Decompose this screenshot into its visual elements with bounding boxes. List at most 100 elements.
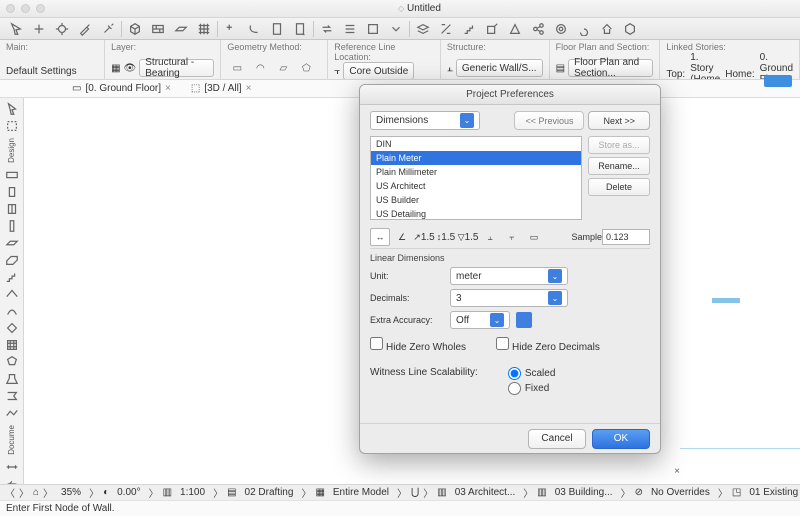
dimension-tool-icon[interactable] xyxy=(2,460,22,474)
close-icon[interactable]: × xyxy=(165,83,171,94)
rotate-icon[interactable]: ◐ xyxy=(103,487,109,498)
tab-ground-floor[interactable]: ▭ [0. Ground Floor] × xyxy=(72,83,171,94)
slab-icon[interactable] xyxy=(171,20,191,38)
slab-tool-icon[interactable] xyxy=(2,253,22,267)
list-item[interactable]: US Architect xyxy=(371,179,581,193)
next-button[interactable]: Next >> xyxy=(588,111,650,130)
list-item[interactable]: Plain Millimeter xyxy=(371,165,581,179)
level-dim-icon[interactable]: ↕1.5 xyxy=(436,228,456,246)
sill-dim-icon[interactable]: ⫟ xyxy=(502,228,522,246)
chip-building[interactable]: 03 Building... xyxy=(551,487,617,498)
chip-model[interactable]: Entire Model xyxy=(329,487,393,498)
box-icon[interactable] xyxy=(363,20,383,38)
ok-button[interactable]: OK xyxy=(592,429,650,449)
hide-wholes-check[interactable]: Hide Zero Wholes xyxy=(370,337,466,353)
prev-button[interactable]: << Previous xyxy=(514,111,584,130)
pointer-icon[interactable] xyxy=(6,20,26,38)
geom-curved-icon[interactable]: ◠ xyxy=(250,59,270,77)
marquee-tool-icon[interactable] xyxy=(2,119,22,133)
linear-dim-icon[interactable]: ↔ xyxy=(370,228,390,246)
cube-arrow-icon[interactable] xyxy=(620,20,640,38)
elev-dim-icon[interactable]: ▽1.5 xyxy=(458,228,478,246)
rename-button[interactable]: Rename... xyxy=(588,157,650,175)
page-icon[interactable] xyxy=(267,20,287,38)
unit-select[interactable]: meter⌄ xyxy=(450,267,568,285)
palette-toggle[interactable] xyxy=(764,75,792,87)
object-tool-icon[interactable] xyxy=(2,372,22,386)
category-select[interactable]: Dimensions⌄ xyxy=(370,111,480,130)
zoom-value[interactable]: 35% xyxy=(57,487,85,498)
layers-icon[interactable] xyxy=(413,20,433,38)
window-tool-icon[interactable] xyxy=(2,202,22,216)
chip-overrides[interactable]: No Overrides xyxy=(647,487,714,498)
standards-list[interactable]: DIN Plain Meter Plain Millimeter US Arch… xyxy=(370,136,582,220)
wall-icon[interactable] xyxy=(148,20,168,38)
list-item[interactable]: Plain Meter xyxy=(371,151,581,165)
diag-icon[interactable] xyxy=(436,20,456,38)
inject-icon[interactable] xyxy=(98,20,118,38)
chip-drafting[interactable]: 02 Drafting xyxy=(241,487,298,498)
beam-tool-icon[interactable] xyxy=(2,236,22,250)
tab-3d-all[interactable]: ⬚ [3D / All] × xyxy=(191,83,252,94)
structure-select[interactable]: Generic Wall/S... xyxy=(456,59,543,77)
fixed-radio[interactable]: Fixed xyxy=(508,382,556,395)
window-controls[interactable] xyxy=(6,4,45,13)
add-icon[interactable] xyxy=(29,20,49,38)
chip-existing[interactable]: 01 Existing P... xyxy=(745,487,800,498)
layer-select[interactable]: Structural - Bearing xyxy=(139,59,214,77)
store-button[interactable]: Store as... xyxy=(588,136,650,154)
list-item[interactable]: DIN xyxy=(371,137,581,151)
angular-dim-icon[interactable]: ∠ xyxy=(392,228,412,246)
minimize-icon[interactable] xyxy=(21,4,30,13)
mesh-tool-icon[interactable] xyxy=(2,406,22,420)
curtain-tool-icon[interactable] xyxy=(2,338,22,352)
chevron-dd-icon[interactable] xyxy=(386,20,406,38)
menu-icon[interactable] xyxy=(340,20,360,38)
floorplan-select[interactable]: Floor Plan and Section... xyxy=(568,59,653,77)
export-icon[interactable] xyxy=(482,20,502,38)
list-item[interactable]: US Detailing xyxy=(371,207,581,220)
shell-tool-icon[interactable] xyxy=(2,304,22,318)
scale-value[interactable]: 1:100 xyxy=(176,487,209,498)
nav-next-icon[interactable]: 〉 xyxy=(19,485,29,500)
eyedropper-icon[interactable] xyxy=(75,20,95,38)
sample-input[interactable] xyxy=(602,229,650,245)
cancel-button[interactable]: Cancel xyxy=(528,429,586,449)
close-icon[interactable]: × xyxy=(246,83,252,94)
home-icon[interactable] xyxy=(597,20,617,38)
plus-dd-icon[interactable] xyxy=(221,20,241,38)
extra-select[interactable]: Off⌄ xyxy=(450,311,510,329)
refline-select[interactable]: Core Outside xyxy=(343,62,414,80)
nav-home-icon[interactable]: ⌂ xyxy=(33,487,39,498)
crosshair-icon[interactable] xyxy=(52,20,72,38)
hide-decimals-check[interactable]: Hide Zero Decimals xyxy=(496,337,600,353)
stairs-icon[interactable] xyxy=(459,20,479,38)
morph-tool-icon[interactable] xyxy=(2,355,22,369)
target-icon[interactable] xyxy=(551,20,571,38)
wall-tool-icon[interactable] xyxy=(2,168,22,182)
close-icon[interactable] xyxy=(6,4,15,13)
arrow-tool-icon[interactable] xyxy=(2,102,22,116)
level-tool-icon[interactable] xyxy=(2,477,22,484)
geom-poly-icon[interactable]: ⬠ xyxy=(296,59,316,77)
grid-icon[interactable] xyxy=(194,20,214,38)
zone-tool-icon[interactable] xyxy=(2,389,22,403)
area-dim-icon[interactable]: ▭ xyxy=(524,228,544,246)
scaled-radio[interactable]: Scaled xyxy=(508,367,556,380)
door-dim-icon[interactable]: ⫠ xyxy=(480,228,500,246)
zoom-icon[interactable] xyxy=(36,4,45,13)
radial-dim-icon[interactable]: ↗1.5 xyxy=(414,228,434,246)
column-tool-icon[interactable] xyxy=(2,219,22,233)
spiral-icon[interactable] xyxy=(574,20,594,38)
nav-prev-icon[interactable]: 〈 xyxy=(5,485,15,500)
swap-icon[interactable] xyxy=(317,20,337,38)
geom-straight-icon[interactable]: ▭ xyxy=(227,59,247,77)
angle-value[interactable]: 0.00° xyxy=(113,487,144,498)
door-tool-icon[interactable] xyxy=(2,185,22,199)
decimals-select[interactable]: 3⌄ xyxy=(450,289,568,307)
stair-tool-icon[interactable] xyxy=(2,270,22,284)
roof-tool-icon[interactable] xyxy=(2,287,22,301)
shape-icon[interactable] xyxy=(244,20,264,38)
page-dd-icon[interactable] xyxy=(290,20,310,38)
geom-trap-icon[interactable]: ▱ xyxy=(273,59,293,77)
